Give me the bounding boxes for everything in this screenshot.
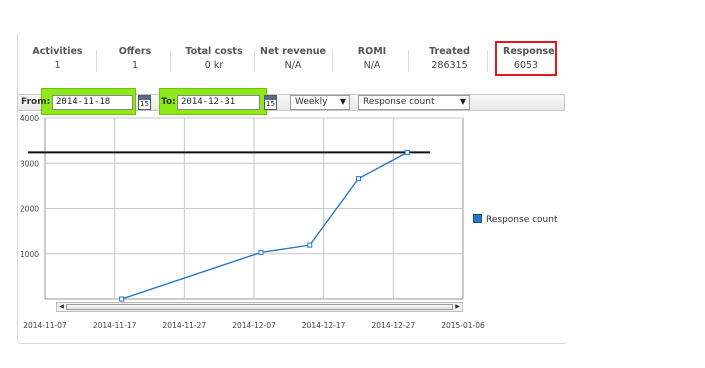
legend-label: Response count	[486, 215, 558, 225]
y-tick-label: 1000	[20, 250, 39, 259]
scroll-left-icon[interactable]: ◀	[57, 303, 66, 311]
scroll-right-icon[interactable]: ▶	[453, 303, 462, 311]
chart-scrollbar[interactable]: ◀ ▶	[56, 302, 463, 312]
y-tick-label: 4000	[20, 114, 39, 123]
x-tick-label: 2014-12-07	[232, 321, 276, 330]
x-tick-label: 2014-11-07	[23, 321, 67, 330]
data-point	[119, 296, 125, 302]
scroll-thumb[interactable]	[66, 304, 453, 310]
y-tick-label: 2000	[20, 205, 39, 214]
y-tick-label: 3000	[20, 159, 39, 168]
x-tick-label: 2014-12-17	[302, 321, 346, 330]
data-point	[307, 242, 313, 248]
x-tick-label: 2014-11-17	[93, 321, 137, 330]
x-tick-label: 2014-11-27	[163, 321, 207, 330]
response-count-chart: 4000 3000 2000 1000 2014-11-07 2014-11-17 2014…	[20, 114, 485, 330]
data-point	[404, 149, 410, 155]
data-point	[356, 176, 361, 182]
x-tick-label: 2015-01-06	[441, 321, 485, 330]
data-point	[258, 249, 264, 255]
legend-swatch	[473, 214, 482, 223]
x-tick-label: 2014-12-27	[372, 321, 416, 330]
chart-legend: Response count	[473, 214, 557, 225]
